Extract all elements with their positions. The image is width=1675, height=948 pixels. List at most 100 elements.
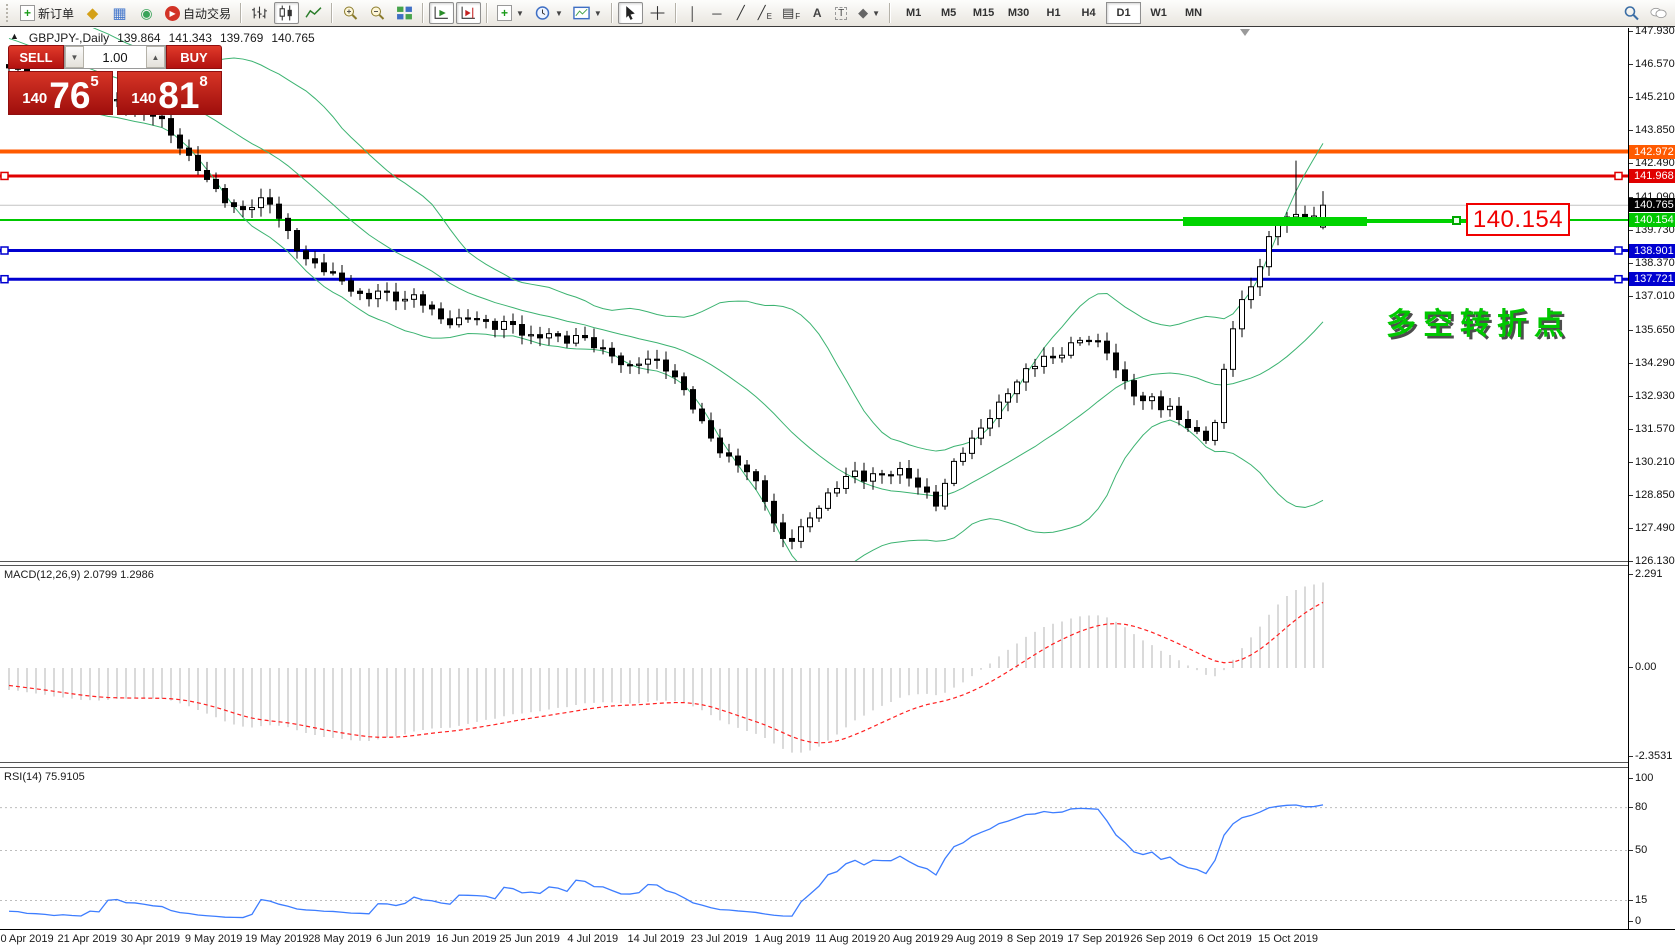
macd-pane[interactable]: MACD(12,26,9) 2.0799 1.2986 — [0, 565, 1628, 763]
toolbar-separator — [675, 3, 677, 23]
price-level-badge: 142.972 — [1629, 145, 1675, 159]
auto-scroll-button[interactable] — [429, 2, 454, 24]
trendline-tool-button[interactable]: ╱ — [730, 2, 752, 24]
indicators-button[interactable]: +▼ — [493, 2, 528, 24]
bar-chart-mode-button[interactable] — [247, 2, 272, 24]
zoom-out-icon — [369, 5, 386, 21]
macd-label: MACD(12,26,9) 2.0799 1.2986 — [4, 569, 154, 581]
search-icon — [1623, 5, 1640, 21]
sell-price-big: 76 — [49, 80, 90, 111]
price-scale-label: 138.370 — [1635, 257, 1675, 269]
metaeditor-button[interactable]: ◆ — [80, 2, 105, 24]
macd-svg — [0, 566, 1628, 762]
buy-price-prefix: 140 — [131, 90, 156, 107]
auto-scroll-icon — [433, 5, 450, 21]
volume-decrease-button[interactable]: ▼ — [65, 46, 84, 68]
timeframe-button-mn[interactable]: MN — [1176, 2, 1211, 24]
volume-spinner: ▼ ▲ — [64, 45, 166, 69]
toolbar-separator — [422, 3, 424, 23]
chinese-annotation[interactable]: 多空转折点 — [1386, 299, 1571, 343]
chart-shift-marker-icon[interactable] — [1240, 29, 1250, 36]
cursor-tool-button[interactable] — [618, 2, 643, 24]
horizontal-line-tool-button[interactable]: ─ — [706, 2, 728, 24]
periods-button[interactable]: ▼ — [530, 2, 567, 24]
crosshair-tool-button[interactable] — [645, 2, 670, 24]
chart-shift-button[interactable] — [456, 2, 481, 24]
date-axis-label: 15 Oct 2019 — [1248, 933, 1328, 945]
channel-tool-button[interactable]: ╱E — [754, 2, 776, 24]
auto-trading-icon: ▶ — [165, 6, 180, 21]
chat-icon — [1650, 5, 1667, 21]
price-scale-label: 137.010 — [1635, 290, 1675, 302]
date-axis[interactable]: 10 Apr 201921 Apr 201930 Apr 20199 May 2… — [0, 929, 1675, 948]
volume-input[interactable] — [84, 46, 146, 68]
sell-price-box[interactable]: 140 76 5 — [8, 71, 113, 115]
vertical-line-icon: │ — [689, 6, 697, 21]
panel-collapse-icon[interactable]: ▲ — [10, 31, 19, 45]
rsi-scale-label: 80 — [1635, 801, 1647, 813]
text-tool-icon: A — [813, 6, 822, 20]
rsi-scale[interactable]: 1008050150 — [1629, 767, 1675, 929]
toolbar-separator — [889, 3, 891, 23]
price-scale-label: 131.570 — [1635, 423, 1675, 435]
buy-button[interactable]: BUY — [166, 45, 222, 69]
new-chart-button[interactable]: ▦ — [107, 2, 132, 24]
clock-icon — [534, 5, 551, 21]
main-chart-pane[interactable]: ▲ GBPJPY-,Daily 139.864 141.343 139.769 … — [0, 28, 1628, 562]
chat-button[interactable] — [1646, 2, 1671, 24]
buy-price-sup: 8 — [199, 73, 207, 90]
horizontal-line-icon: ─ — [712, 6, 721, 21]
macd-scale[interactable]: 2.2910.00-2.3531 — [1629, 565, 1675, 763]
current-price-badge: 140.765 — [1629, 198, 1675, 212]
price-scale-label: 142.490 — [1635, 157, 1675, 169]
timeframe-group: M1M5M15M30H1H4D1W1MN — [896, 2, 1211, 24]
timeframe-button-d1[interactable]: D1 — [1106, 2, 1141, 24]
zoom-in-button[interactable] — [338, 2, 363, 24]
vertical-line-tool-button[interactable]: │ — [682, 2, 704, 24]
line-chart-icon — [305, 5, 322, 21]
macd-scale-label: 2.291 — [1635, 568, 1663, 580]
timeframe-button-h1[interactable]: H1 — [1036, 2, 1071, 24]
dropdown-arrow-icon: ▼ — [516, 9, 524, 18]
tile-windows-icon — [396, 5, 413, 21]
shapes-tool-button[interactable]: ◆▼ — [854, 2, 884, 24]
tile-windows-button[interactable] — [392, 2, 417, 24]
price-level-badge: 138.901 — [1629, 244, 1675, 258]
rsi-pane[interactable]: RSI(14) 75.9105 — [0, 767, 1628, 929]
signals-button[interactable]: ◉ — [134, 2, 159, 24]
ohlc-close: 140.765 — [271, 31, 314, 45]
rsi-scale-label: 50 — [1635, 844, 1647, 856]
rsi-svg — [0, 768, 1628, 929]
price-callout-box[interactable]: 140.154 — [1466, 203, 1570, 236]
auto-trading-button[interactable]: ▶ 自动交易 — [161, 2, 235, 24]
highlight-band[interactable] — [1183, 217, 1367, 226]
label-tool-button[interactable]: T — [830, 2, 852, 24]
buy-price-box[interactable]: 140 81 8 — [117, 71, 222, 115]
new-order-button[interactable]: + 新订单 — [16, 2, 78, 24]
line-chart-mode-button[interactable] — [301, 2, 326, 24]
rsi-label: RSI(14) 75.9105 — [4, 771, 85, 783]
timeframe-button-m15[interactable]: M15 — [966, 2, 1001, 24]
chart-title: ▲ GBPJPY-,Daily 139.864 141.343 139.769 … — [10, 31, 315, 45]
price-scale-label: 132.930 — [1635, 390, 1675, 402]
text-tool-button[interactable]: A — [806, 2, 828, 24]
shapes-icon: ◆ — [858, 5, 868, 21]
highlight-anchor-marker[interactable] — [1452, 216, 1461, 225]
timeframe-button-m5[interactable]: M5 — [931, 2, 966, 24]
volume-increase-button[interactable]: ▲ — [146, 46, 165, 68]
price-scale-label: 146.570 — [1635, 58, 1675, 70]
price-scale[interactable]: 147.930146.570145.210143.850142.490141.0… — [1629, 28, 1675, 561]
fibonacci-tool-button[interactable]: ▤F — [778, 2, 804, 24]
templates-button[interactable]: ▼ — [569, 2, 606, 24]
ohlc-high: 141.343 — [169, 31, 212, 45]
timeframe-button-w1[interactable]: W1 — [1141, 2, 1176, 24]
search-button[interactable] — [1619, 2, 1644, 24]
timeframe-button-h4[interactable]: H4 — [1071, 2, 1106, 24]
timeframe-button-m1[interactable]: M1 — [896, 2, 931, 24]
symbol-period-label: GBPJPY-,Daily — [29, 31, 109, 45]
sell-button[interactable]: SELL — [8, 45, 64, 69]
rsi-scale-label: 0 — [1635, 915, 1641, 927]
zoom-out-button[interactable] — [365, 2, 390, 24]
timeframe-button-m30[interactable]: M30 — [1001, 2, 1036, 24]
candlestick-mode-button[interactable] — [274, 2, 299, 24]
